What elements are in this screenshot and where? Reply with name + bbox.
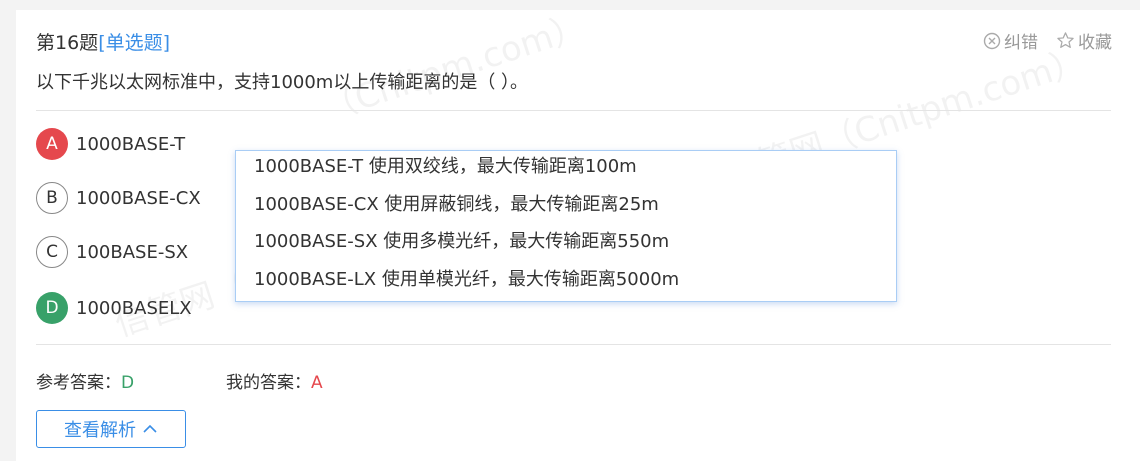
reference-answer-label: 参考答案：: [36, 373, 121, 393]
question-card: （Cnitpm.com） 信管网（Cnitpm.com） 信管网（Cnitpm.…: [16, 6, 1140, 461]
answers-row: 参考答案：D 我的答案：A: [36, 368, 416, 393]
option-text: 1000BASE-T: [76, 133, 186, 155]
reference-answer-value: D: [121, 373, 135, 393]
option-letter-badge: C: [36, 236, 68, 268]
divider: [36, 344, 1111, 345]
report-error-label: 纠错: [1004, 33, 1038, 53]
my-answer: 我的答案：A: [226, 368, 416, 393]
popover-line: 1000BASE-CX 使用屏蔽铜线，最大传输距离25m: [254, 193, 659, 215]
option-letter-badge: B: [36, 182, 68, 214]
popover-line: 1000BASE-LX 使用单模光纤，最大传输距离5000m: [254, 268, 680, 290]
divider: [36, 110, 1111, 111]
option-b[interactable]: B 1000BASE-CX: [36, 181, 201, 215]
option-text: 1000BASE-CX: [76, 187, 201, 209]
option-d[interactable]: D 1000BASELX: [36, 291, 192, 325]
option-letter-badge: D: [36, 292, 68, 324]
question-actions: 纠错 收藏: [983, 28, 1112, 53]
option-c[interactable]: C 100BASE-SX: [36, 235, 188, 269]
question-number: 第16题: [36, 32, 99, 54]
popover-line: 1000BASE-T 使用双绞线，最大传输距离100m: [254, 156, 637, 177]
collect-label: 收藏: [1078, 33, 1112, 53]
question-type: [单选题]: [98, 32, 171, 54]
question-stem: 以下千兆以太网标准中，支持1000m以上传输距离的是（ ）。: [36, 72, 529, 93]
close-circle-icon: [983, 32, 1001, 50]
collect-button[interactable]: 收藏: [1056, 28, 1112, 53]
my-answer-value: A: [311, 373, 323, 393]
option-text: 100BASE-SX: [76, 241, 189, 263]
reference-answer: 参考答案：D: [36, 368, 226, 393]
view-analysis-button[interactable]: 查看解析: [36, 410, 186, 448]
explanation-popover: 1000BASE-T 使用双绞线，最大传输距离100m 1000BASE-CX …: [235, 150, 897, 302]
star-icon: [1056, 31, 1075, 50]
report-error-button[interactable]: 纠错: [983, 28, 1038, 53]
chevron-up-icon: [142, 419, 158, 440]
my-answer-label: 我的答案：: [226, 373, 311, 393]
question-header: 第16题[单选题]: [36, 28, 170, 55]
view-analysis-label: 查看解析: [64, 420, 136, 441]
option-text: 1000BASELX: [76, 297, 192, 319]
option-letter-badge: A: [36, 128, 68, 160]
option-a[interactable]: A 1000BASE-T: [36, 127, 185, 161]
popover-line: 1000BASE-SX 使用多模光纤，最大传输距离550m: [254, 231, 670, 252]
